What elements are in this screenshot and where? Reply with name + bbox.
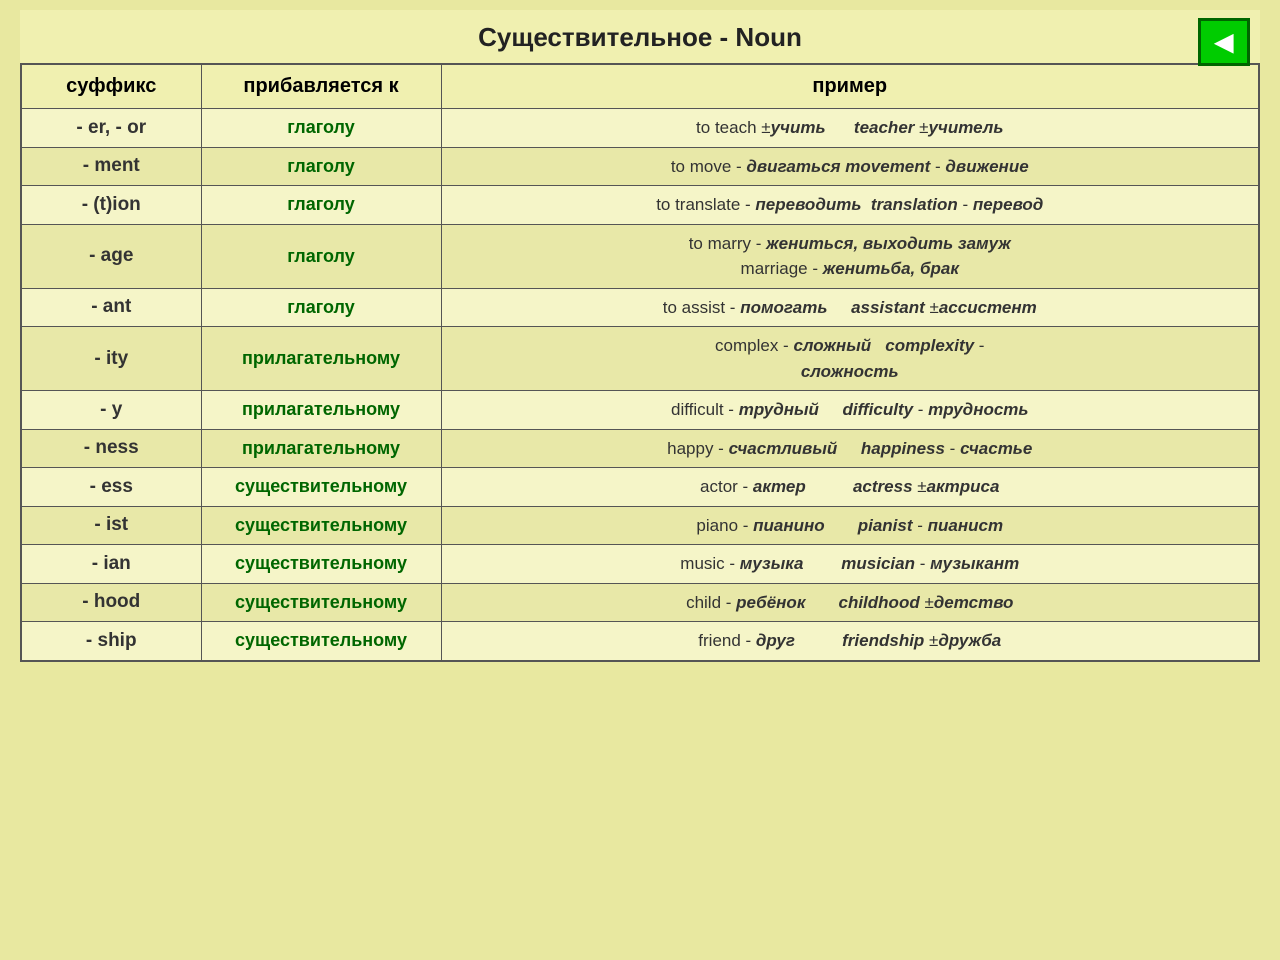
added-to-cell: прилагательному [201, 391, 441, 430]
suffix-cell: - ship [21, 622, 201, 661]
table-row: - ageглаголуto marry - жениться, выходит… [21, 224, 1259, 288]
added-to-cell: существительному [201, 583, 441, 622]
example-cell: difficult - трудный difficulty - труднос… [441, 391, 1259, 430]
suffix-cell: - ity [21, 327, 201, 391]
table-row: - istсуществительномуpiano - пианино pia… [21, 506, 1259, 545]
added-to-cell: существительному [201, 468, 441, 507]
table-row: - essсуществительномуactor - актер actre… [21, 468, 1259, 507]
suffix-cell: - ant [21, 288, 201, 327]
added-to-cell: существительному [201, 622, 441, 661]
suffix-cell: - ess [21, 468, 201, 507]
header-suffix: суффикс [21, 64, 201, 109]
added-to-cell: прилагательному [201, 429, 441, 468]
suffix-cell: - (t)ion [21, 186, 201, 225]
title-bar: Существительное - Noun ◀ [20, 10, 1260, 63]
added-to-cell: прилагательному [201, 327, 441, 391]
example-cell: to move - двигаться movement - движение [441, 147, 1259, 186]
example-cell: friend - друг friendship ±дружба [441, 622, 1259, 661]
table-header-row: суффикс прибавляется к пример [21, 64, 1259, 109]
added-to-cell: глаголу [201, 109, 441, 148]
table-row: - (t)ionглаголуto translate - переводить… [21, 186, 1259, 225]
page-wrapper: Существительное - Noun ◀ суффикс прибавл… [20, 10, 1260, 662]
suffix-cell: - hood [21, 583, 201, 622]
example-cell: to translate - переводить translation - … [441, 186, 1259, 225]
suffix-cell: - ness [21, 429, 201, 468]
suffix-cell: - er, - or [21, 109, 201, 148]
example-cell: to marry - жениться, выходить замужmarri… [441, 224, 1259, 288]
table-row: - yприлагательномуdifficult - трудный di… [21, 391, 1259, 430]
example-cell: to assist - помогать assistant ±ассистен… [441, 288, 1259, 327]
table-row: - mentглаголуto move - двигаться movemen… [21, 147, 1259, 186]
example-cell: music - музыка musician - музыкант [441, 545, 1259, 584]
header-added-to: прибавляется к [201, 64, 441, 109]
suffix-cell: - ist [21, 506, 201, 545]
added-to-cell: существительному [201, 545, 441, 584]
nav-back-button[interactable]: ◀ [1198, 18, 1250, 66]
added-to-cell: глаголу [201, 288, 441, 327]
example-cell: happy - счастливый happiness - счастье [441, 429, 1259, 468]
added-to-cell: глаголу [201, 224, 441, 288]
table-row: - hoodсуществительномуchild - ребёнок ch… [21, 583, 1259, 622]
suffix-cell: - age [21, 224, 201, 288]
example-cell: child - ребёнок childhood ±детство [441, 583, 1259, 622]
example-cell: to teach ±учить teacher ±учитель [441, 109, 1259, 148]
noun-suffix-table: суффикс прибавляется к пример - er, - or… [20, 63, 1260, 662]
page-title: Существительное - Noun [478, 22, 802, 53]
table-row: - shipсуществительномуfriend - друг frie… [21, 622, 1259, 661]
added-to-cell: глаголу [201, 186, 441, 225]
example-cell: complex - сложный complexity -сложность [441, 327, 1259, 391]
suffix-cell: - ment [21, 147, 201, 186]
table-row: - ityприлагательномуcomplex - сложный co… [21, 327, 1259, 391]
table-row: - ianсуществительномуmusic - музыка musi… [21, 545, 1259, 584]
table-row: - antглаголуto assist - помогать assista… [21, 288, 1259, 327]
table-row: - nessприлагательномуhappy - счастливый … [21, 429, 1259, 468]
suffix-cell: - y [21, 391, 201, 430]
added-to-cell: существительному [201, 506, 441, 545]
example-cell: actor - актер actress ±актриса [441, 468, 1259, 507]
header-example: пример [441, 64, 1259, 109]
suffix-cell: - ian [21, 545, 201, 584]
added-to-cell: глаголу [201, 147, 441, 186]
example-cell: piano - пианино pianist - пианист [441, 506, 1259, 545]
table-row: - er, - orглаголуto teach ±учить teacher… [21, 109, 1259, 148]
